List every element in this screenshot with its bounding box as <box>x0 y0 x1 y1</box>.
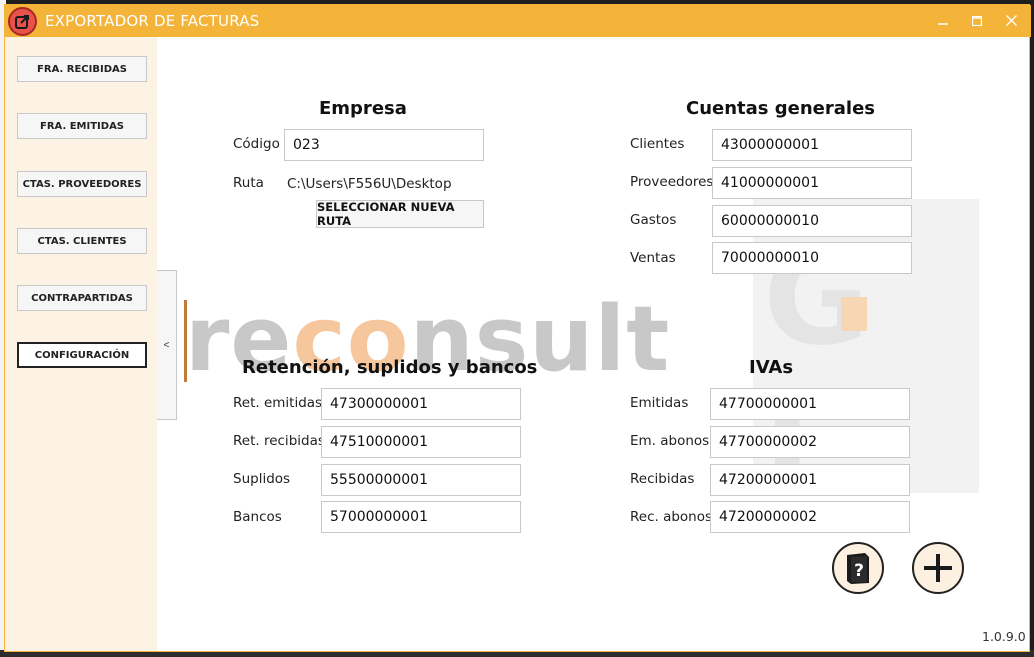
clientes-label: Clientes <box>630 136 685 152</box>
iva-rec-abonos-input[interactable] <box>710 501 910 533</box>
window-title: EXPORTADOR DE FACTURAS <box>45 12 260 30</box>
bancos-label: Bancos <box>233 509 282 525</box>
nav-fra-emitidas-button[interactable]: FRA. EMITIDAS <box>17 113 147 139</box>
app-window: EXPORTADOR DE FACTURAS FRA. RECIBIDAS FR… <box>4 4 1031 652</box>
nav-configuracion-button[interactable]: CONFIGURACIÓN <box>17 342 147 368</box>
codigo-label: Código <box>233 136 280 152</box>
add-button[interactable] <box>912 542 964 594</box>
svg-text:?: ? <box>854 561 864 581</box>
gastos-input[interactable] <box>712 205 912 237</box>
iva-rec-abonos-label: Rec. abonos <box>630 509 713 525</box>
iva-recibidas-label: Recibidas <box>630 471 695 487</box>
codigo-input[interactable] <box>284 129 484 161</box>
iva-em-abonos-input[interactable] <box>710 426 910 458</box>
help-button[interactable]: ? <box>832 542 884 594</box>
help-book-icon: ? <box>847 553 869 584</box>
minimize-button[interactable] <box>929 10 957 32</box>
ret-recibidas-label: Ret. recibidas <box>233 433 325 449</box>
ruta-label: Ruta <box>233 175 264 191</box>
logo-orange-square <box>841 297 867 331</box>
iva-emitidas-input[interactable] <box>710 388 910 420</box>
ret-emitidas-label: Ret. emitidas <box>233 395 323 411</box>
nav-ctas-proveedores-button[interactable]: CTAS. PROVEEDORES <box>17 171 147 197</box>
suplidos-input[interactable] <box>321 464 521 496</box>
maximize-icon <box>971 15 983 27</box>
ventas-input[interactable] <box>712 242 912 274</box>
iva-em-abonos-label: Em. abonos <box>630 433 710 449</box>
proveedores-label: Proveedores <box>630 174 714 190</box>
close-icon <box>1005 15 1017 26</box>
ivas-heading: IVAs <box>749 357 794 378</box>
retencion-heading: Retención, suplidos y bancos <box>242 357 538 378</box>
ventas-label: Ventas <box>630 250 676 266</box>
ret-recibidas-input[interactable] <box>321 426 521 458</box>
ruta-value: C:\Users\F556U\Desktop <box>287 176 452 192</box>
bancos-input[interactable] <box>321 501 521 533</box>
minimize-icon <box>938 23 948 25</box>
iva-recibidas-input[interactable] <box>710 464 910 496</box>
cuentas-generales-heading: Cuentas generales <box>686 98 876 119</box>
version-label: 1.0.9.0 <box>982 629 1026 644</box>
nav-ctas-clientes-button[interactable]: CTAS. CLIENTES <box>17 228 147 254</box>
iva-emitidas-label: Emitidas <box>630 395 689 411</box>
nav-contrapartidas-button[interactable]: CONTRAPARTIDAS <box>17 285 147 311</box>
proveedores-input[interactable] <box>712 167 912 199</box>
ret-emitidas-input[interactable] <box>321 388 521 420</box>
suplidos-label: Suplidos <box>233 471 291 487</box>
title-bar[interactable]: EXPORTADOR DE FACTURAS <box>5 5 1031 37</box>
sidebar-nav: FRA. RECIBIDAS FRA. EMITIDAS CTAS. PROVE… <box>5 37 157 651</box>
close-button[interactable] <box>997 10 1025 32</box>
gastos-label: Gastos <box>630 212 677 228</box>
select-path-button[interactable]: SELECCIONAR NUEVA RUTA <box>316 200 484 228</box>
export-app-icon <box>8 7 37 36</box>
plus-icon <box>924 554 952 582</box>
nav-fra-recibidas-button[interactable]: FRA. RECIBIDAS <box>17 56 147 82</box>
clientes-input[interactable] <box>712 129 912 161</box>
configuration-panel: G E reconsult Empresa Código Ruta C:\Use… <box>157 37 1029 651</box>
maximize-button[interactable] <box>963 10 991 32</box>
empresa-heading: Empresa <box>319 98 407 119</box>
